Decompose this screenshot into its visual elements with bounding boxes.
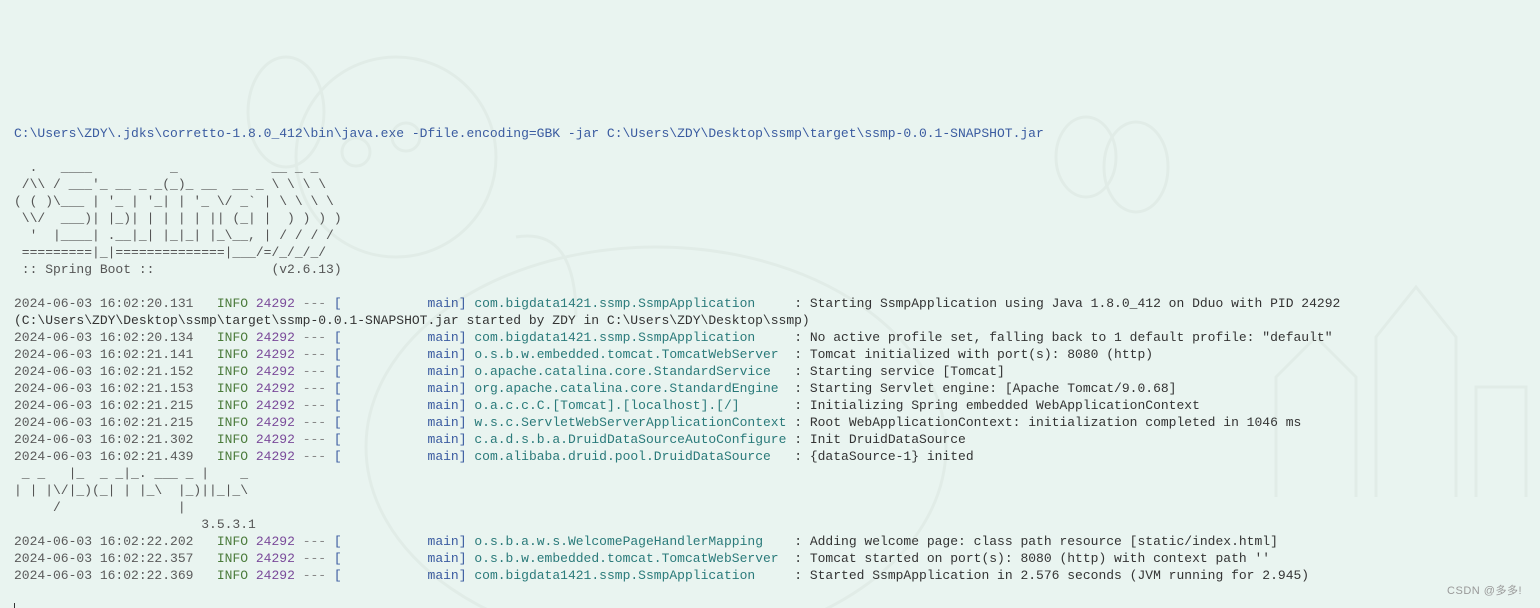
spring-banner-line: \\/ ___)| |_)| | | | | || (_| | ) ) ) ) — [14, 211, 342, 226]
spring-version-line: :: Spring Boot :: (v2.6.13) — [14, 262, 342, 277]
mybatis-banner-line: | | |\/|_)(_| | |_\ |_)||_|_\ — [14, 483, 256, 498]
log-line: 2024-06-03 16:02:21.439 INFO 24292 --- [… — [14, 449, 974, 464]
log-line: 2024-06-03 16:02:20.131 INFO 24292 --- [… — [14, 296, 1340, 311]
log-line: 2024-06-03 16:02:21.215 INFO 24292 --- [… — [14, 415, 1301, 430]
mybatis-banner-line: / | — [14, 500, 256, 515]
spring-banner-line: /\\ / ___'_ __ _ _(_)_ __ __ _ \ \ \ \ — [14, 177, 326, 192]
command-line: C:\Users\ZDY\.jdks\corretto-1.8.0_412\bi… — [14, 126, 1044, 141]
watermark: CSDN @多多! — [1447, 583, 1522, 600]
log-line: 2024-06-03 16:02:22.369 INFO 24292 --- [… — [14, 568, 1309, 583]
mybatis-banner-line: _ _ |_ _ _|_. ___ _ | _ — [14, 466, 256, 481]
log-line: 2024-06-03 16:02:22.202 INFO 24292 --- [… — [14, 534, 1278, 549]
log-line: 2024-06-03 16:02:22.357 INFO 24292 --- [… — [14, 551, 1270, 566]
spring-banner-line: =========|_|==============|___/=/_/_/_/ — [14, 245, 326, 260]
log-line: 2024-06-03 16:02:20.134 INFO 24292 --- [… — [14, 330, 1333, 345]
spring-banner-line: ( ( )\___ | '_ | '_| | '_ \/ _` | \ \ \ … — [14, 194, 334, 209]
log-line: 2024-06-03 16:02:21.152 INFO 24292 --- [… — [14, 364, 1005, 379]
log-line: 2024-06-03 16:02:21.302 INFO 24292 --- [… — [14, 432, 966, 447]
log-line: 2024-06-03 16:02:21.215 INFO 24292 --- [… — [14, 398, 1200, 413]
spring-banner-line: ' |____| .__|_| |_|_| |_\__, | / / / / — [14, 228, 334, 243]
spring-banner-line: . ____ _ __ _ _ — [14, 160, 318, 175]
log-continuation: (C:\Users\ZDY\Desktop\ssmp\target\ssmp-0… — [14, 313, 810, 328]
log-line: 2024-06-03 16:02:21.141 INFO 24292 --- [… — [14, 347, 1153, 362]
mybatis-banner-line: 3.5.3.1 — [14, 517, 264, 532]
text-cursor — [14, 603, 15, 608]
console-output: C:\Users\ZDY\.jdks\corretto-1.8.0_412\bi… — [14, 125, 1540, 584]
log-line: 2024-06-03 16:02:21.153 INFO 24292 --- [… — [14, 381, 1176, 396]
